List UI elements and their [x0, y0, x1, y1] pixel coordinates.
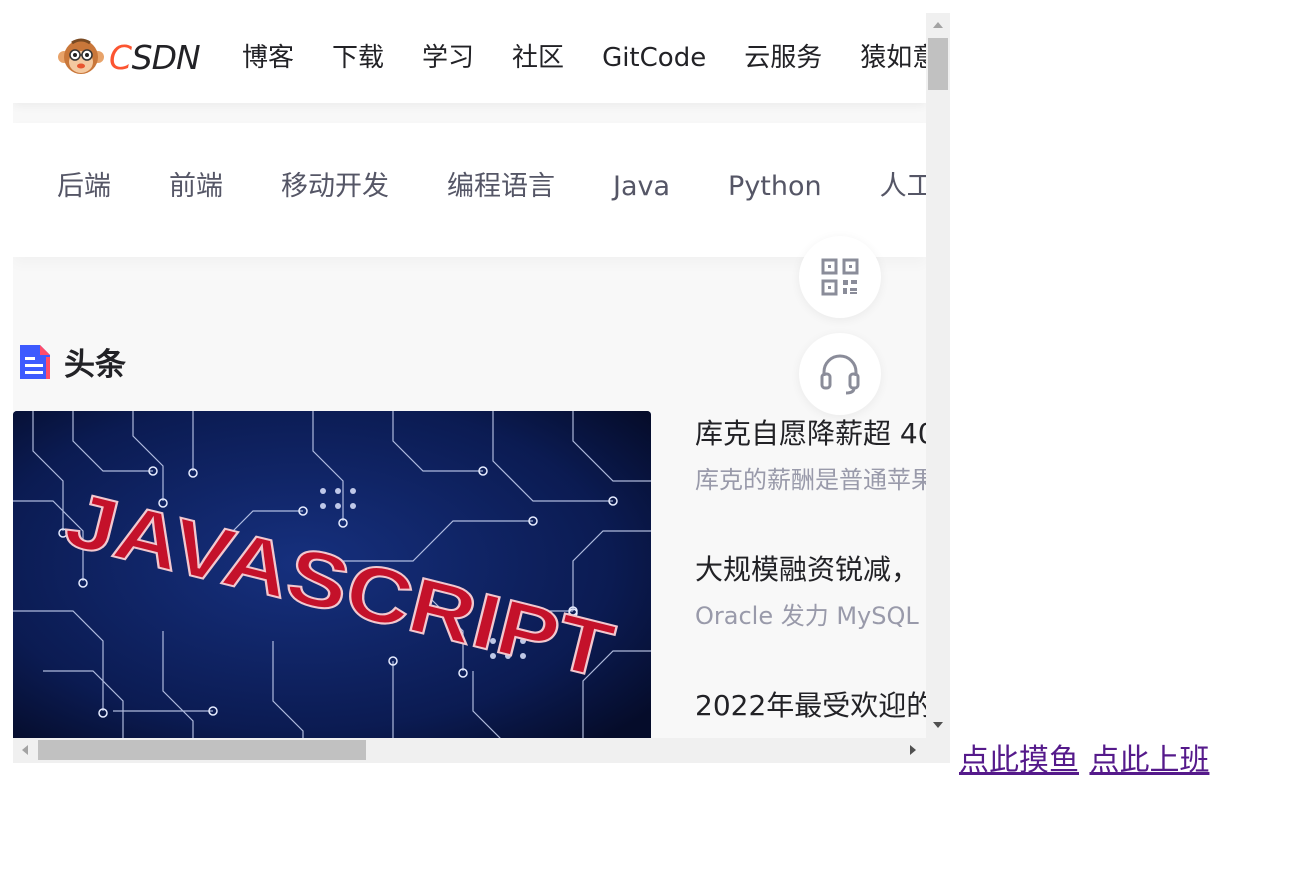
qrcode-button[interactable]	[799, 236, 881, 318]
news-item[interactable]: 2022年最受欢迎的	[695, 687, 926, 725]
embedded-page-frame: CSDN 博客 下载 学习 社区 GitCode 云服务 猿如意 后端 前端 移…	[13, 13, 950, 763]
link-group: 点此摸鱼 点此上班	[959, 735, 1215, 779]
news-item-desc: 库克的薪酬是普通苹果员工	[695, 466, 926, 494]
category-nav: 后端 前端 移动开发 编程语言 Java Python 人工智能	[57, 169, 926, 205]
category-ai[interactable]: 人工智能	[880, 169, 926, 205]
news-item-desc: Oracle 发力 MySQL	[695, 602, 919, 630]
logo-wordmark-c: C	[109, 37, 133, 77]
nav-item-download[interactable]: 下载	[332, 41, 384, 75]
csdn-logo[interactable]: CSDN	[57, 35, 201, 79]
go-to-work-link[interactable]: 点此上班	[1089, 743, 1209, 778]
category-python[interactable]: Python	[728, 169, 822, 205]
scroll-up-arrow-icon[interactable]	[933, 22, 943, 28]
nav-item-blog[interactable]: 博客	[242, 41, 294, 75]
category-languages[interactable]: 编程语言	[447, 169, 555, 205]
category-bar: 后端 前端 移动开发 编程语言 Java Python 人工智能	[13, 123, 926, 257]
headline-section-title: 头条	[18, 339, 126, 384]
nav-item-cloud[interactable]: 云服务	[744, 41, 822, 75]
nav-item-yuanruyi[interactable]: 猿如意	[860, 41, 926, 75]
horizontal-scrollbar[interactable]	[13, 738, 926, 763]
slack-off-link[interactable]: 点此摸鱼	[959, 743, 1079, 778]
category-backend[interactable]: 后端	[57, 169, 111, 205]
category-frontend[interactable]: 前端	[169, 169, 223, 205]
headline-hero-image[interactable]: JAVASCRIPT	[13, 411, 651, 738]
top-nav: 博客 下载 学习 社区 GitCode 云服务 猿如意	[242, 41, 926, 75]
monkey-mascot-icon	[58, 38, 104, 74]
nav-item-gitcode[interactable]: GitCode	[602, 41, 706, 75]
qrcode-icon	[821, 258, 859, 296]
nav-item-learn[interactable]: 学习	[422, 41, 474, 75]
scroll-left-arrow-icon[interactable]	[22, 745, 28, 755]
news-item-title[interactable]: 库克自愿降薪超 40%	[695, 415, 926, 453]
logo-wordmark: CSDN	[109, 37, 201, 77]
horizontal-scroll-thumb[interactable]	[38, 740, 366, 760]
vertical-scroll-thumb[interactable]	[928, 38, 948, 90]
page-viewport: CSDN 博客 下载 学习 社区 GitCode 云服务 猿如意 后端 前端 移…	[13, 13, 926, 738]
scroll-right-arrow-icon[interactable]	[910, 745, 916, 755]
category-java[interactable]: Java	[613, 169, 670, 205]
news-item[interactable]: 大规模融资锐减， Oracle 发力 MySQL	[695, 551, 926, 633]
news-item[interactable]: 库克自愿降薪超 40% 库克的薪酬是普通苹果员工	[695, 415, 926, 497]
scroll-down-arrow-icon[interactable]	[933, 722, 943, 728]
circuit-board-image: JAVASCRIPT	[13, 411, 651, 738]
vertical-scrollbar[interactable]	[926, 13, 950, 738]
nav-item-community[interactable]: 社区	[512, 41, 564, 75]
news-item-title[interactable]: 大规模融资锐减，	[695, 551, 926, 589]
news-item-title[interactable]: 2022年最受欢迎的	[695, 687, 926, 725]
headline-title: 头条	[64, 347, 126, 383]
top-header: CSDN 博客 下载 学习 社区 GitCode 云服务 猿如意	[13, 13, 926, 103]
customer-service-button[interactable]	[799, 333, 881, 415]
document-icon	[20, 344, 50, 379]
headset-icon	[820, 354, 860, 395]
scrollbar-corner	[926, 738, 950, 763]
category-mobile[interactable]: 移动开发	[281, 169, 389, 205]
logo-wordmark-sdn: SDN	[131, 37, 201, 77]
